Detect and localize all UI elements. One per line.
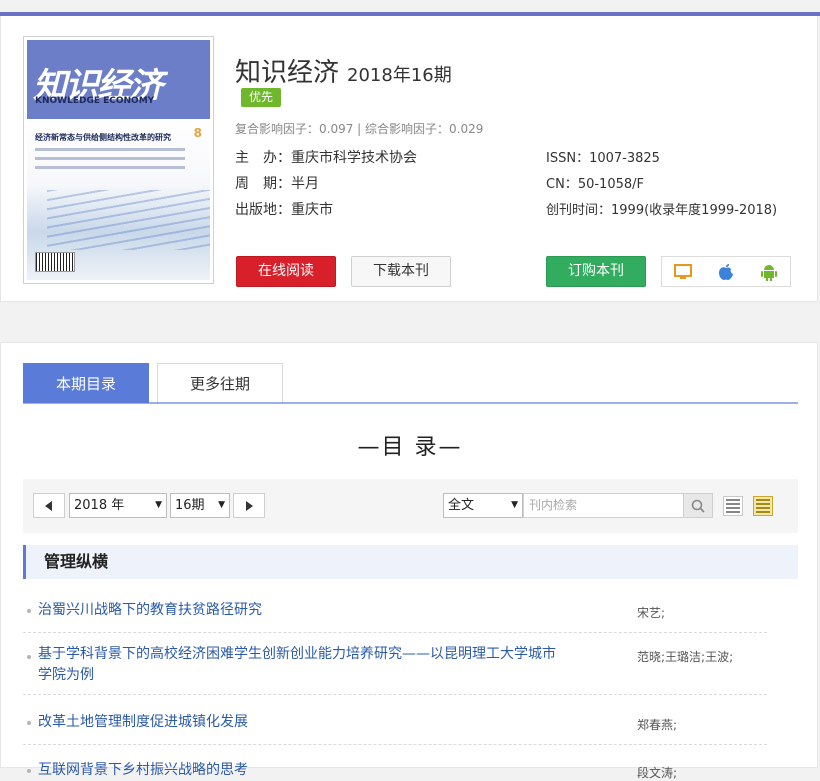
chevron-down-icon: ▼ xyxy=(155,500,162,510)
issn-row: ISSN：1007-3825 xyxy=(546,147,660,166)
cover-subtitle: KNOWLEDGE ECONOMY xyxy=(35,96,155,106)
article-title-link[interactable]: 治蜀兴川战略下的教育扶贫路径研究 xyxy=(38,600,568,621)
list-item: 改革土地管理制度促进城镇化发展 郑春燕; xyxy=(23,695,767,745)
platform-links xyxy=(661,256,791,287)
bullet-icon xyxy=(27,721,31,725)
toc-card: 本期目录 更多往期 —目 录— 2018 年 ▼ 16期 ▼ 全文 ▼ 刊内检索 xyxy=(0,342,818,780)
cn-label: CN： xyxy=(546,177,578,192)
tab-current-issue[interactable]: 本期目录 xyxy=(23,363,149,403)
barcode-icon xyxy=(35,252,75,272)
year-select[interactable]: 2018 年 ▼ xyxy=(69,493,167,518)
toc-heading: —目 录— xyxy=(357,435,463,460)
period-label: 周 期： xyxy=(235,176,291,192)
sponsor-value: 重庆市科学技术协会 xyxy=(291,150,417,166)
download-button[interactable]: 下载本刊 xyxy=(351,256,451,287)
android-icon[interactable] xyxy=(759,262,779,282)
period-row: 周 期：半月 xyxy=(235,173,319,193)
article-title-link[interactable]: 基于学科背景下的高校经济困难学生创新创业能力培养研究——以昆明理工大学城市学院为… xyxy=(38,644,568,686)
bullet-icon xyxy=(27,655,31,659)
founded-label: 创刊时间： xyxy=(546,203,612,218)
period-value: 半月 xyxy=(291,176,319,192)
scope-value: 全文 xyxy=(448,498,475,513)
tab-more-issues[interactable]: 更多往期 xyxy=(157,363,283,403)
apple-icon[interactable] xyxy=(716,262,736,282)
year-value: 2018 年 xyxy=(74,498,125,513)
read-online-button[interactable]: 在线阅读 xyxy=(236,256,336,287)
journal-info-card: 知识经济 KNOWLEDGE ECONOMY 经济新常态与供给侧结构性改革的研究… xyxy=(0,16,818,302)
search-icon xyxy=(691,499,705,513)
detail-view-icon[interactable] xyxy=(753,496,773,516)
cover-image: 知识经济 KNOWLEDGE ECONOMY 经济新常态与供给侧结构性改革的研究… xyxy=(27,40,210,280)
tab-underline xyxy=(23,402,798,404)
arrow-right-icon xyxy=(246,500,253,511)
article-title-link[interactable]: 互联网背景下乡村振兴战略的思考 xyxy=(38,760,568,781)
search-button[interactable] xyxy=(683,493,713,518)
place-row: 出版地：重庆市 xyxy=(235,199,333,219)
list-item: 基于学科背景下的高校经济困难学生创新创业能力培养研究——以昆明理工大学城市学院为… xyxy=(23,633,767,695)
bullet-icon xyxy=(27,609,31,613)
chevron-down-icon: ▼ xyxy=(218,500,225,510)
sponsor-label: 主 办： xyxy=(235,150,291,166)
article-title-link[interactable]: 改革土地管理制度促进城镇化发展 xyxy=(38,712,568,733)
article-authors: 宋艺; xyxy=(637,606,666,620)
journal-name: 知识经济 xyxy=(235,58,340,88)
journal-cover[interactable]: 知识经济 KNOWLEDGE ECONOMY 经济新常态与供给侧结构性改革的研究… xyxy=(23,36,214,284)
cover-number: 8 xyxy=(193,126,202,140)
issue-filter-bar: 2018 年 ▼ 16期 ▼ 全文 ▼ 刊内检索 xyxy=(23,479,798,533)
prev-issue-button[interactable] xyxy=(33,493,65,518)
cover-headline: 经济新常态与供给侧结构性改革的研究 xyxy=(35,133,171,142)
arrow-left-icon xyxy=(45,500,52,511)
journal-issue: 2018年16期 xyxy=(347,65,452,86)
chevron-down-icon: ▼ xyxy=(511,500,518,510)
scope-select[interactable]: 全文 ▼ xyxy=(443,493,523,518)
founded-row: 创刊时间：1999(收录年度1999-2018) xyxy=(546,199,777,218)
list-view-icon[interactable] xyxy=(723,496,743,516)
section-heading: 管理纵横 xyxy=(23,545,798,579)
issue-value: 16期 xyxy=(175,498,205,513)
founded-value: 1999(收录年度1999-2018) xyxy=(611,203,778,218)
cover-graphic xyxy=(47,190,210,250)
cn-value: 50-1058/F xyxy=(577,177,644,192)
issue-select[interactable]: 16期 ▼ xyxy=(170,493,230,518)
cn-row: CN：50-1058/F xyxy=(546,173,644,192)
article-authors: 郑春燕; xyxy=(637,718,678,732)
desktop-icon[interactable] xyxy=(673,262,693,282)
priority-badge: 优先 xyxy=(241,88,281,107)
issn-label: ISSN： xyxy=(546,151,590,166)
journal-title: 知识经济 2018年16期 xyxy=(235,52,452,89)
cover-text-lines xyxy=(35,148,185,175)
next-issue-button[interactable] xyxy=(233,493,265,518)
issn-value: 1007-3825 xyxy=(589,151,660,166)
list-item: 互联网背景下乡村振兴战略的思考 段文涛; xyxy=(23,745,767,780)
article-authors: 范晓;王璐洁;王波; xyxy=(637,650,734,664)
place-value: 重庆市 xyxy=(291,202,333,218)
article-authors: 段文涛; xyxy=(637,766,678,780)
sponsor-row: 主 办：重庆市科学技术协会 xyxy=(235,147,417,167)
bullet-icon xyxy=(27,769,31,773)
place-label: 出版地： xyxy=(235,202,291,218)
subscribe-button[interactable]: 订购本刊 xyxy=(546,256,646,287)
impact-factor: 复合影响因子：0.097 | 综合影响因子：0.029 xyxy=(235,122,484,136)
list-item: 治蜀兴川战略下的教育扶贫路径研究 宋艺; xyxy=(23,589,767,633)
